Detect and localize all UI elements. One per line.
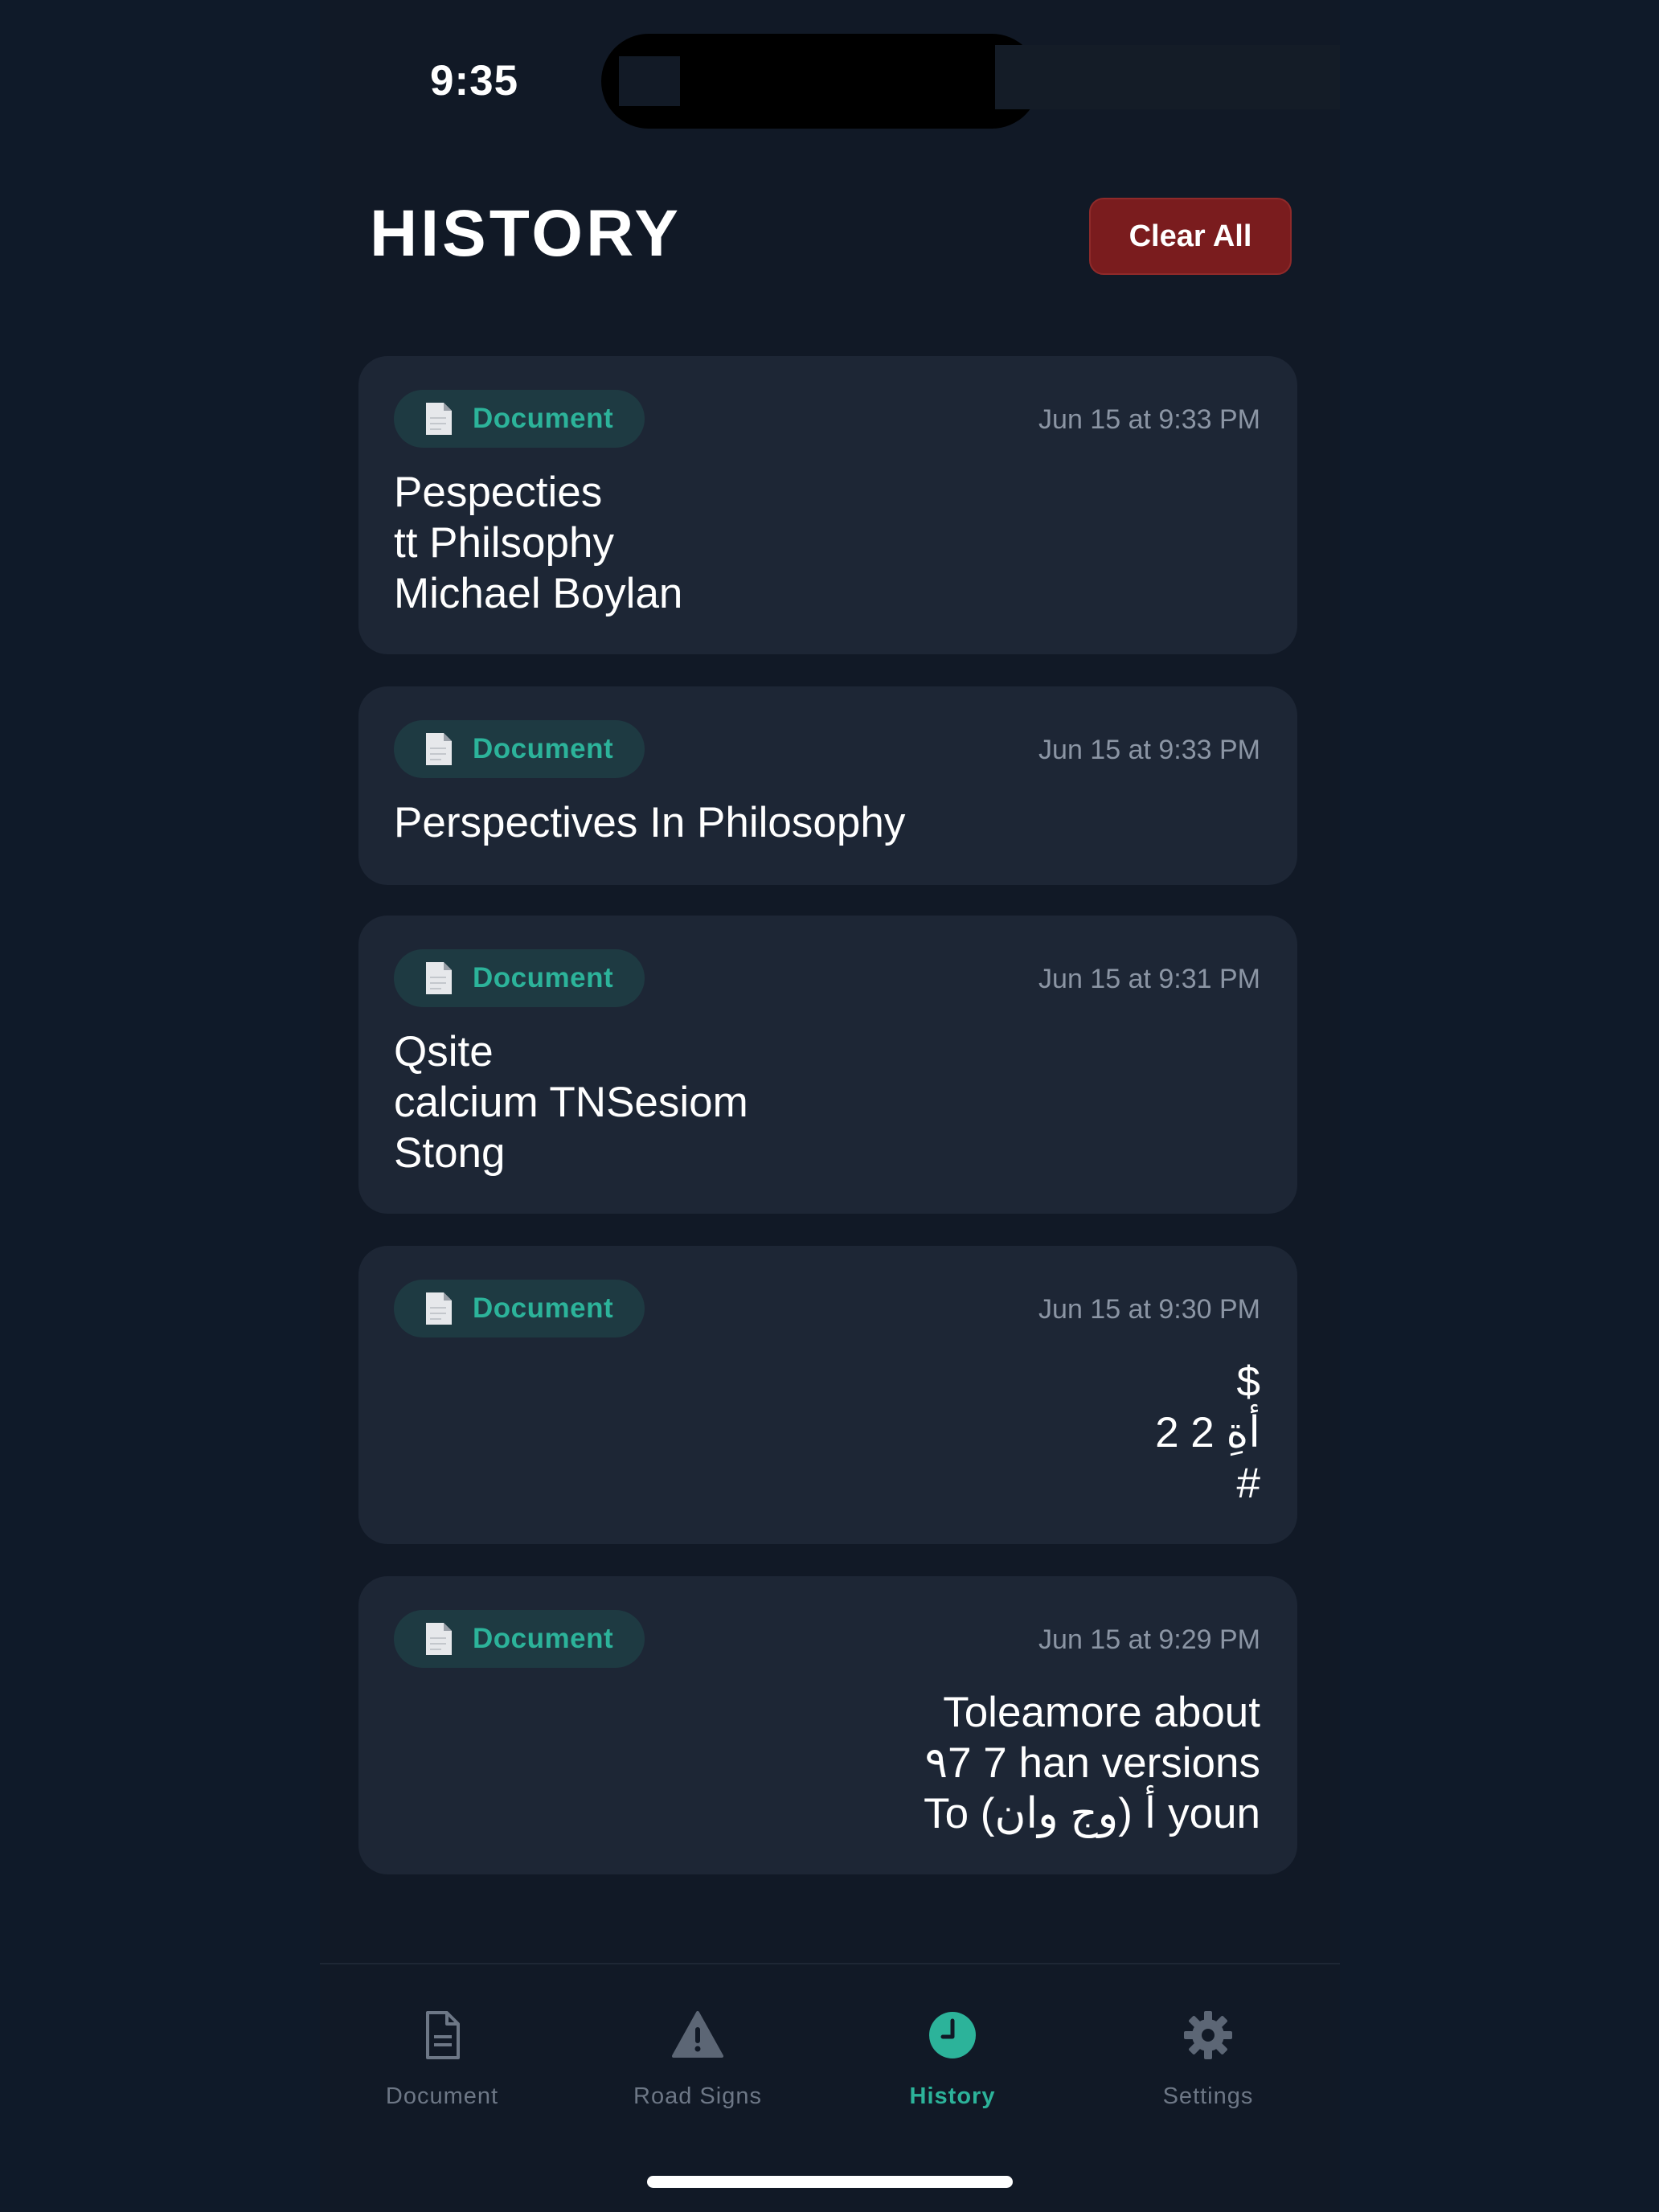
tab-settings[interactable]: Settings [1104,1997,1313,2109]
home-indicator[interactable] [647,2176,1013,2188]
type-badge: Document [394,949,645,1007]
status-icons-redacted [995,45,1340,109]
scanned-text: Perspectives In Philosophy [394,799,906,846]
tab-label: Document [385,2083,499,2109]
scanned-text: Pespecties tt Philsophy Michael Boylan [394,469,683,617]
history-item[interactable]: Document Jun 15 at 9:31 PM Qsite calcium… [358,916,1297,1214]
document-icon [426,1623,452,1655]
history-item[interactable]: Document Jun 15 at 9:29 PM Toleamore abo… [358,1576,1297,1874]
timestamp: Jun 15 at 9:30 PM [1038,1294,1260,1325]
clock-icon [929,2012,976,2058]
screen: 9:35 HISTORY Clear All Document Jun 15 a… [0,0,1659,2212]
timestamp: Jun 15 at 9:33 PM [1038,404,1260,435]
type-label: Document [473,962,614,993]
type-label: Document [473,733,614,764]
tab-label: History [909,2083,996,2109]
tab-label: Road Signs [633,2083,762,2109]
app-screen: 9:35 HISTORY Clear All Document Jun 15 a… [320,0,1340,2212]
timestamp: Jun 15 at 9:31 PM [1038,964,1260,994]
type-badge: Document [394,390,645,448]
history-item[interactable]: Document Jun 15 at 9:33 PM Perspectives … [358,686,1297,885]
document-icon [426,403,452,435]
timestamp: Jun 15 at 9:33 PM [1038,735,1260,765]
tab-label: Settings [1162,2083,1254,2109]
scanned-text: Qsite calcium TNSesiom Stong [394,1028,748,1177]
type-badge: Document [394,720,645,778]
document-icon [426,733,452,765]
gear-icon [1184,2011,1232,2059]
type-badge: Document [394,1280,645,1337]
tab-document[interactable]: Document [338,1997,547,2109]
clear-all-button[interactable]: Clear All [1089,198,1292,275]
document-icon [426,962,452,994]
redacted-area [619,56,680,106]
scanned-text: $ أةِ 2 2 # [1155,1358,1260,1507]
type-badge: Document [394,1610,645,1668]
dynamic-island [601,34,1039,129]
history-item[interactable]: Document Jun 15 at 9:30 PM $ أةِ 2 2 # [358,1246,1297,1544]
warning-triangle-icon [672,2011,723,2058]
document-icon [426,1292,452,1325]
tab-history[interactable]: History [848,1997,1057,2109]
timestamp: Jun 15 at 9:29 PM [1038,1624,1260,1655]
document-icon [426,2011,460,2059]
history-item[interactable]: Document Jun 15 at 9:33 PM Pespecties tt… [358,356,1297,654]
tab-bar: Document Road Signs History Settings [320,1963,1340,2212]
page-title: HISTORY [370,197,682,270]
type-label: Document [473,1623,614,1654]
type-label: Document [473,1292,614,1324]
type-label: Document [473,403,614,434]
tab-road-signs[interactable]: Road Signs [593,1997,802,2109]
status-time: 9:35 [430,57,519,104]
scanned-text: Toleamore about ٩7 7 han versions To (أ … [924,1689,1260,1837]
